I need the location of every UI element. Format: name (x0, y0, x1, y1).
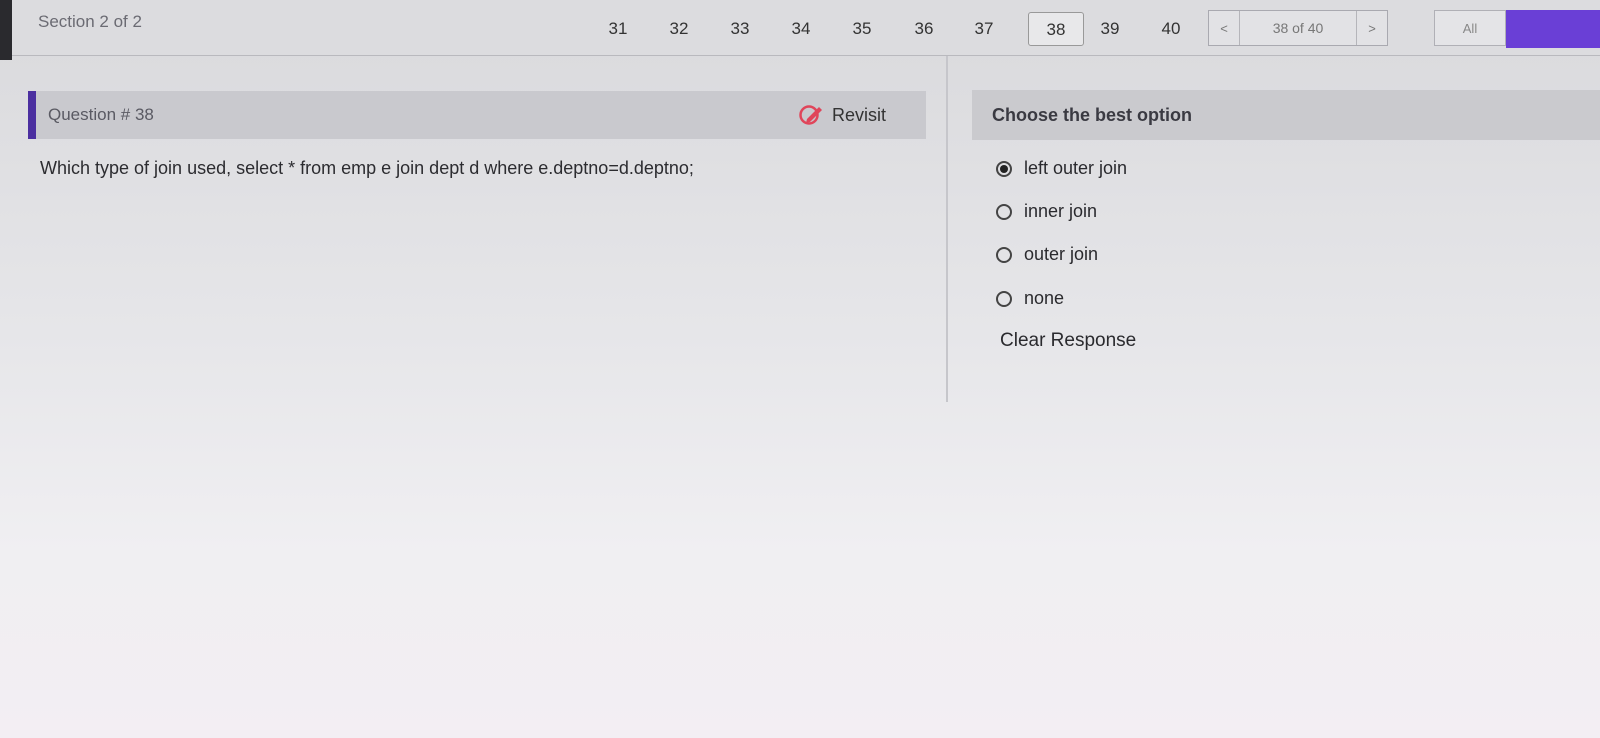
all-questions-button[interactable]: All (1434, 10, 1506, 46)
question-nav-35[interactable]: 35 (834, 12, 890, 46)
question-nav-37[interactable]: 37 (956, 12, 1012, 46)
option-label: none (1024, 288, 1065, 308)
clear-response-button[interactable]: Clear Response (1000, 330, 1136, 352)
revisit-label: Revisit (831, 104, 886, 125)
submit-bar[interactable] (1506, 10, 1600, 48)
question-nav-33[interactable]: 33 (712, 12, 768, 46)
option-none[interactable]: none (996, 288, 1064, 309)
section-indicator: Section 2 of 2 (38, 12, 142, 31)
option-outer-join[interactable]: outer join (996, 244, 1098, 265)
question-pager: < 38 of 40 > (1208, 10, 1388, 46)
question-nav-34[interactable]: 34 (773, 12, 829, 46)
window-edge (0, 0, 12, 60)
question-text: Which type of join used, select * from e… (40, 158, 694, 178)
edit-pencil-icon (799, 105, 822, 125)
question-nav-39[interactable]: 39 (1082, 12, 1138, 46)
panel-divider (946, 56, 948, 402)
question-nav-40[interactable]: 40 (1143, 12, 1199, 46)
option-label: outer join (1024, 244, 1099, 264)
option-inner-join[interactable]: inner join (996, 201, 1097, 222)
option-label: inner join (1024, 201, 1098, 221)
question-nav-32[interactable]: 32 (651, 12, 707, 46)
radio-unchecked-icon[interactable] (996, 290, 1012, 307)
option-label: left outer join (1024, 158, 1128, 178)
radio-checked-icon[interactable] (996, 160, 1012, 177)
question-accent-bar (28, 91, 36, 139)
radio-unchecked-icon[interactable] (996, 203, 1012, 220)
question-navigation-bar: Section 2 of 2 31 32 33 34 35 36 37 38 3… (12, 0, 1600, 56)
options-heading: Choose the best option (992, 104, 1192, 125)
next-question-button[interactable]: > (1357, 21, 1387, 36)
options-header: Choose the best option (972, 90, 1600, 140)
question-nav-38-current[interactable]: 38 (1028, 12, 1084, 46)
revisit-button[interactable]: Revisit (798, 104, 886, 126)
prev-question-button[interactable]: < (1209, 21, 1239, 36)
radio-unchecked-icon[interactable] (996, 246, 1012, 263)
pager-status: 38 of 40 (1272, 20, 1324, 36)
option-left-outer-join[interactable]: left outer join (996, 158, 1127, 179)
question-number-title: Question # 38 (48, 105, 154, 124)
question-header: Question # 38 Revisit (28, 91, 926, 139)
question-nav-31[interactable]: 31 (590, 12, 646, 46)
question-nav-36[interactable]: 36 (896, 12, 952, 46)
